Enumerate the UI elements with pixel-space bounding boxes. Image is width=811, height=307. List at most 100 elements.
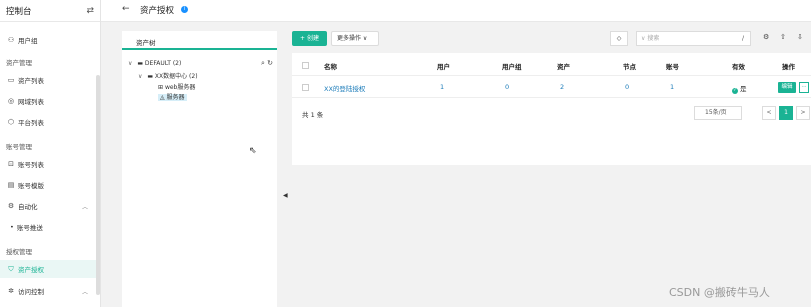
tree-node-web[interactable]: ⊞ web服务器: [158, 82, 195, 91]
tag-icon[interactable]: ◇: [610, 31, 628, 46]
sidebar-toggle-icon[interactable]: ⇄: [86, 6, 94, 16]
search-input[interactable]: ∨ 搜索 /: [636, 31, 751, 46]
total-count: 共 1 条: [302, 111, 324, 119]
column-header-name[interactable]: 名称: [324, 61, 337, 71]
tree-node-server[interactable]: ◬ 服务器: [158, 92, 187, 101]
refresh-icon[interactable]: ↻: [267, 59, 273, 67]
download-icon[interactable]: ⇩: [797, 33, 803, 41]
folder-icon: ▬: [147, 73, 153, 80]
column-header-assets: 资产: [557, 63, 570, 71]
sidebar-item-label: 自动化: [18, 203, 38, 211]
sidebar-item-label: 平台列表: [18, 119, 44, 127]
search-shortcut: /: [741, 35, 744, 42]
chevron-down-icon[interactable]: ∨: [138, 73, 142, 80]
sidebar-item-platform-list[interactable]: ⬡ 平台列表: [0, 113, 100, 131]
watermark: CSDN @搬砖牛马人: [669, 286, 770, 299]
back-arrow-icon[interactable]: ←: [122, 4, 130, 14]
next-page-button[interactable]: >: [796, 106, 810, 120]
tree-node-label: XX数据中心 (2): [154, 73, 198, 80]
sidebar-item-account-template[interactable]: ▤ 账号模版: [0, 176, 100, 194]
page-title: 资产授权: [140, 6, 175, 16]
create-button[interactable]: + 创建: [292, 31, 327, 46]
bullet-icon: •: [10, 223, 14, 231]
tree-node-label: 服务器: [166, 94, 185, 101]
cube-icon: ⬡: [7, 118, 15, 126]
users-icon: ⚇: [7, 36, 15, 44]
sidebar-item-label: 用户组: [18, 37, 38, 45]
sidebar-item-automation[interactable]: ⚙ 自动化 ︿: [0, 197, 100, 215]
row-more-button[interactable]: ···: [799, 82, 809, 93]
collapse-left-icon[interactable]: ◀: [283, 192, 288, 199]
sidebar-item-asset-list[interactable]: ▭ 资产列表: [0, 71, 100, 89]
folder-icon: ▬: [137, 60, 143, 67]
tree-node-label: DEFAULT (2): [144, 60, 182, 67]
sidebar-section-accounts: 账号管理: [6, 143, 32, 151]
valid-status: ✓ 是: [732, 83, 747, 94]
sidebar-item-label: 账号推送: [16, 224, 43, 232]
sidebar-item-asset-perm[interactable]: ⛉ 资产授权: [0, 260, 100, 278]
upload-icon[interactable]: ⇧: [780, 33, 786, 41]
search-placeholder: 搜索: [647, 35, 660, 42]
page-1-button[interactable]: 1: [779, 106, 793, 120]
assets-count-link[interactable]: 2: [560, 83, 564, 91]
tab-asset-tree[interactable]: 资产树: [122, 31, 277, 50]
windows-icon: ⊞: [158, 84, 164, 91]
more-actions-dropdown[interactable]: 更多操作 ∨: [331, 31, 379, 46]
automation-icon: ⚙: [7, 202, 15, 210]
monitor-icon: ▭: [7, 76, 15, 84]
sidebar-item-label: 资产授权: [18, 266, 44, 274]
tree-node-dc[interactable]: ∨ ▬ XX数据中心 (2): [138, 71, 198, 80]
accounts-count-link[interactable]: 1: [670, 83, 674, 91]
sidebar-item-user-group[interactable]: ⚇ 用户组: [0, 31, 100, 49]
sidebar-item-access-control[interactable]: ✲ 访问控制 ︿: [0, 282, 100, 300]
sidebar-item-account-push[interactable]: • 账号推送: [0, 218, 100, 236]
mouse-cursor-icon: ⇖: [249, 146, 257, 156]
column-header-users: 用户: [437, 63, 450, 71]
chevron-up-icon: ︿: [81, 203, 88, 211]
sidebar-item-label: 网域列表: [18, 98, 44, 106]
perm-table: 名称 用户 用户组 资产 节点 账号 有效 操作 XX的登陆授权 1 0 2 0…: [292, 53, 811, 165]
column-header-accounts: 账号: [666, 63, 679, 71]
divider: [292, 97, 811, 98]
select-all-checkbox[interactable]: [302, 62, 309, 69]
perm-name-link[interactable]: XX的登陆授权: [324, 83, 365, 93]
linux-icon: ◬: [160, 94, 165, 101]
globe-icon: ◎: [7, 97, 15, 105]
tree-node-selected: ◬ 服务器: [158, 94, 187, 101]
sidebar-item-label: 资产列表: [18, 77, 44, 85]
row-checkbox[interactable]: [302, 84, 309, 91]
prev-page-button[interactable]: <: [762, 106, 776, 120]
search-icon[interactable]: ⌕: [261, 59, 265, 67]
sidebar-section-perms: 授权管理: [6, 248, 32, 256]
users-count-link[interactable]: 1: [440, 83, 444, 91]
tree-node-default[interactable]: ∨ ▬ DEFAULT (2): [128, 60, 181, 67]
shield-icon: ⛉: [8, 264, 14, 273]
tree-tools: ⌕ ↻: [261, 59, 273, 68]
user-groups-count-link[interactable]: 0: [505, 83, 509, 91]
lock-icon: ⊡: [8, 160, 14, 168]
settings-icon[interactable]: ⚙: [763, 33, 769, 41]
column-header-nodes: 节点: [623, 63, 636, 71]
check-circle-icon: ✓: [732, 88, 738, 94]
sidebar: 控制台 ⇄ ⚇ 用户组 资产管理 ▭ 资产列表 ◎ 网域列表 ⬡ 平台列表 账号…: [0, 0, 101, 307]
info-icon[interactable]: i: [181, 6, 188, 13]
nodes-count-link[interactable]: 0: [625, 83, 629, 91]
sidebar-item-domain-list[interactable]: ◎ 网域列表: [0, 92, 100, 110]
sidebar-scrollbar[interactable]: [96, 75, 100, 295]
toolbar: + 创建 更多操作 ∨ ◇ ∨ 搜索 / ⚙ ⇧ ⇩: [292, 31, 811, 47]
sidebar-item-label: 账号模版: [18, 182, 44, 190]
valid-label: 是: [740, 85, 747, 93]
column-header-user-groups: 用户组: [502, 63, 522, 71]
main-content: + 创建 更多操作 ∨ ◇ ∨ 搜索 / ⚙ ⇧ ⇩ 名称 用户 用户组 资产 …: [292, 31, 811, 307]
sidebar-item-account-list[interactable]: ⊡ 账号列表: [0, 155, 100, 173]
page-size-select[interactable]: 15条/页: [694, 106, 742, 120]
gear-icon: ✲: [8, 287, 14, 295]
sidebar-title: 控制台: [6, 6, 32, 17]
chevron-down-icon[interactable]: ∨: [128, 60, 132, 67]
chevron-up-icon: ︿: [81, 288, 88, 296]
sidebar-header: 控制台 ⇄: [0, 0, 100, 22]
asset-tree-panel: 资产树 ⌕ ↻ ∨ ▬ DEFAULT (2) ∨ ▬ XX数据中心 (2) ⊞…: [122, 31, 277, 307]
edit-button[interactable]: 编辑: [778, 82, 796, 93]
sidebar-item-label: 访问控制: [18, 288, 44, 296]
divider: [292, 75, 811, 76]
